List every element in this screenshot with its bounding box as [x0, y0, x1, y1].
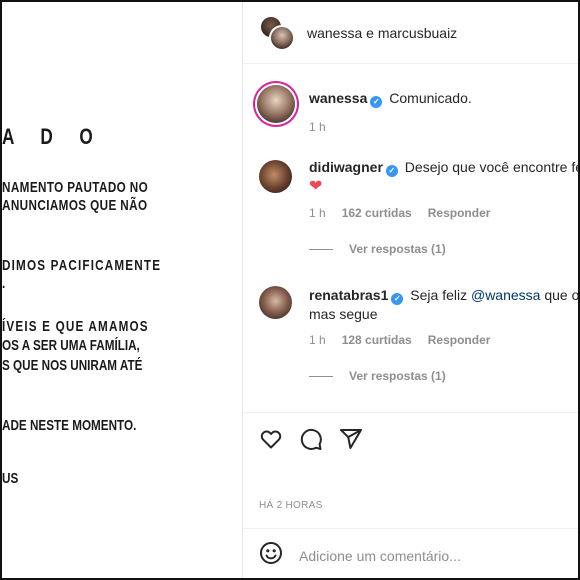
- post-image-line: S QUE NOS UNIRAM ATÉ: [2, 357, 143, 374]
- comment-likes[interactable]: 128 curtidas: [342, 333, 412, 347]
- post-timestamp[interactable]: HÁ 2 HORAS: [259, 500, 323, 511]
- post-image-line: .: [2, 275, 6, 292]
- collab-avatars[interactable]: [259, 14, 295, 51]
- comment-username[interactable]: didiwagner: [309, 159, 383, 175]
- avatar[interactable]: [269, 24, 295, 51]
- post-image-line: US: [2, 470, 19, 487]
- comment-item: renatabras1✓ Seja feliz @wanessa que o a…: [243, 286, 580, 383]
- post-actions: [243, 412, 578, 470]
- comment-time[interactable]: 1 h: [309, 333, 326, 347]
- comments-panel: wanessa e marcusbuaiz wanessa ✓ Comunicad…: [243, 2, 580, 578]
- post-image-line: ADE NESTE MOMENTO.: [2, 417, 137, 434]
- reply-button[interactable]: Responder: [428, 333, 491, 347]
- verified-badge-icon: ✓: [385, 165, 398, 177]
- post-header: wanessa e marcusbuaiz: [243, 2, 578, 64]
- comment-likes[interactable]: 162 curtidas: [342, 206, 412, 220]
- view-replies-label: Ver respostas (1): [349, 242, 446, 256]
- avatar[interactable]: [257, 85, 295, 123]
- reply-button[interactable]: Responder: [428, 206, 491, 220]
- post-viewer: A D O NAMENTO PAUTADO NO ANUNCIAMOS QUE …: [0, 0, 580, 580]
- share-icon[interactable]: [339, 427, 363, 456]
- post-image-line: ANUNCIAMOS QUE NÃO: [2, 197, 148, 214]
- mention-link[interactable]: @wanessa: [471, 287, 540, 303]
- comment-text: Seja feliz: [410, 287, 471, 303]
- comment-text: mas segue: [309, 306, 378, 322]
- post-image-line: DIMOS PACIFICAMENTE: [2, 257, 162, 274]
- comment-time[interactable]: 1 h: [309, 120, 326, 134]
- red-heart-emoji: ❤: [309, 178, 323, 195]
- view-replies-button[interactable]: Ver respostas (1): [309, 242, 578, 256]
- heart-icon[interactable]: [259, 427, 283, 456]
- post-image-title: A D O: [2, 124, 104, 149]
- verified-badge-icon: ✓: [391, 293, 404, 305]
- view-replies-label: Ver respostas (1): [349, 369, 446, 383]
- post-image-line: OS A SER UMA FAMÍLIA,: [2, 337, 140, 354]
- comment-username[interactable]: wanessa: [309, 90, 367, 106]
- post-image-line: NAMENTO PAUTADO NO: [2, 179, 149, 196]
- comment-icon[interactable]: [299, 427, 323, 456]
- emoji-icon[interactable]: [259, 541, 299, 570]
- comment-text: Comunicado.: [389, 90, 472, 106]
- comment-input[interactable]: [299, 547, 559, 564]
- post-image[interactable]: A D O NAMENTO PAUTADO NO ANUNCIAMOS QUE …: [2, 2, 243, 578]
- add-comment-bar: [243, 528, 578, 578]
- post-author-names[interactable]: wanessa e marcusbuaiz: [307, 25, 457, 41]
- avatar[interactable]: [259, 286, 292, 319]
- divider: [309, 375, 333, 377]
- verified-badge-icon: ✓: [370, 96, 383, 108]
- comment-item: didiwagner ✓ Desejo que você encontre fel…: [243, 158, 580, 256]
- avatar[interactable]: [259, 160, 292, 193]
- divider: [309, 248, 333, 250]
- comment-time[interactable]: 1 h: [309, 206, 326, 220]
- comment-text: que o am: [544, 287, 580, 303]
- comment-username[interactable]: renatabras1: [309, 287, 388, 303]
- view-replies-button[interactable]: Ver respostas (1): [309, 369, 578, 383]
- post-image-line: ÍVEIS E QUE AMAMOS: [2, 318, 149, 335]
- comment-text: Desejo que você encontre feli: [404, 159, 580, 175]
- caption: wanessa ✓ Comunicado. 1 h: [243, 85, 578, 134]
